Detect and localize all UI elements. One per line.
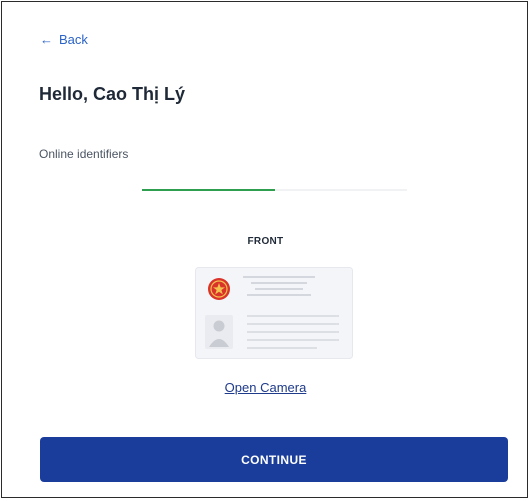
portrait-head xyxy=(213,320,225,332)
progress-bar xyxy=(142,189,407,191)
card-header-line xyxy=(243,276,315,278)
app-frame: ← Back Hello, Cao Thị Lý Online identifi… xyxy=(1,1,528,498)
card-info-line xyxy=(247,347,317,349)
section-label: Online identifiers xyxy=(39,147,129,161)
card-info-line xyxy=(247,331,339,333)
id-card-front-icon xyxy=(195,267,353,359)
page-title: Hello, Cao Thị Lý xyxy=(39,84,186,104)
card-header-line xyxy=(251,282,307,284)
continue-button[interactable]: CONTINUE xyxy=(40,437,508,482)
back-link[interactable]: ← Back xyxy=(40,32,88,47)
card-info-line xyxy=(247,323,339,325)
open-camera-link[interactable]: Open Camera xyxy=(2,380,529,395)
card-header-line xyxy=(255,288,303,290)
card-side-label: FRONT xyxy=(247,236,284,247)
arrow-left-icon: ← xyxy=(40,32,53,47)
card-header-line xyxy=(247,294,311,296)
back-label: Back xyxy=(59,32,88,47)
card-info-line xyxy=(247,339,339,341)
progress-fill xyxy=(142,189,275,191)
card-info-line xyxy=(247,315,339,317)
